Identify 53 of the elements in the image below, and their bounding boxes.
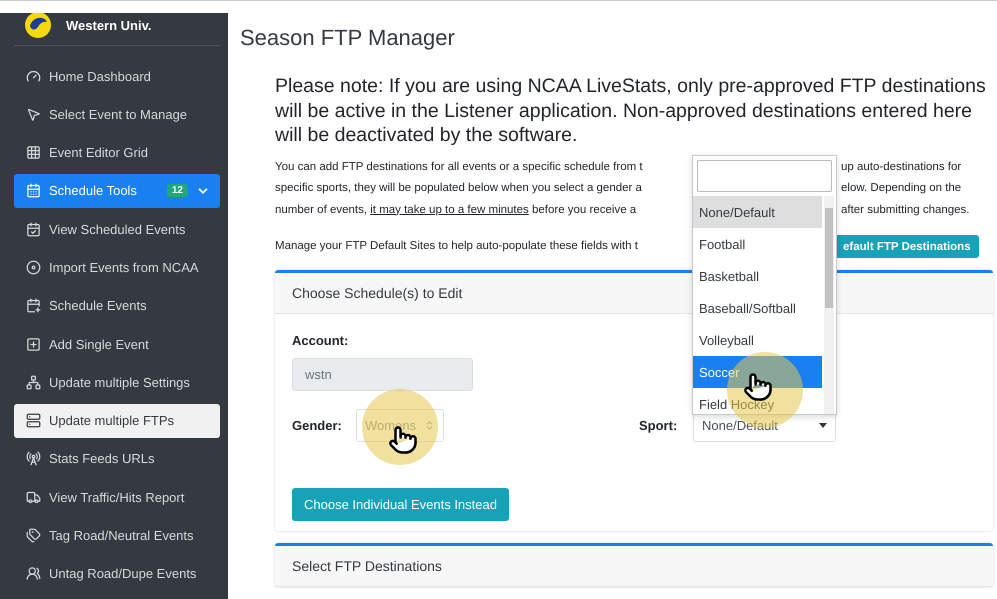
gender-label: Gender:	[292, 418, 343, 433]
brand-name: Western Univ.	[66, 18, 152, 32]
tags-icon	[26, 528, 41, 544]
sidebar-item[interactable]: Import Events from NCAA	[14, 250, 220, 284]
sidebar-item[interactable]: Home Dashboard	[14, 59, 220, 93]
calendar-icon	[26, 183, 41, 198]
calendar-check-icon	[26, 222, 41, 237]
server-icon	[26, 413, 41, 428]
info-text: You can add FTP destinations for all events or a specific schedule from t	[275, 160, 644, 174]
page-title: Season FTP Manager	[240, 25, 456, 51]
card-header: Select FTP Destinations	[275, 546, 993, 587]
sidebar-item[interactable]: Update multiple Settings	[14, 365, 220, 400]
sidebar-item[interactable]: Add Single Event	[14, 327, 220, 362]
info-link[interactable]: it may take up to a few minutes	[370, 204, 529, 216]
users-icon	[26, 566, 41, 582]
grid-icon	[26, 145, 41, 160]
gauge-icon	[26, 68, 41, 84]
info-text: specific sports, they will be populated below when you select a gender a	[275, 181, 643, 196]
calendar-plus-icon	[26, 298, 41, 314]
info-text: after submitting changes.	[840, 202, 970, 218]
pointer-icon	[26, 106, 41, 122]
caret-icon	[819, 423, 827, 428]
dropdown-option[interactable]: None/Default	[693, 196, 822, 228]
plus-square-icon	[26, 336, 41, 352]
disc-icon	[26, 260, 41, 275]
sidebar-item[interactable]: Stats Feeds URLs	[14, 442, 220, 476]
antenna-icon	[26, 451, 41, 466]
info-text: number of events, it may take up to a few minutes before you receive a	[275, 202, 638, 218]
network-icon	[26, 374, 41, 390]
info-text: elow. Depending on the	[840, 181, 962, 196]
sort-arrows-icon	[424, 420, 435, 431]
dropdown-search-field[interactable]	[697, 160, 832, 192]
logo-icon	[24, 13, 52, 39]
count-badge: 12	[166, 184, 188, 198]
account-label: Account:	[292, 333, 348, 348]
sport-label: Sport:	[639, 418, 678, 433]
sidebar-item[interactable]: Untag Road/Dupe Events	[14, 556, 220, 591]
sidebar-item[interactable]: Schedule Events	[14, 288, 220, 323]
notice-text: Please note: If you are using NCAA LiveStats, only pre-approved FTP destinations will be active in the Listener application. Non-approved destinations entered here will be deactivated by the software.	[275, 74, 987, 148]
dropdown-option[interactable]: Soccer	[693, 356, 822, 388]
dropdown-option[interactable]: Field Hockey	[693, 388, 822, 414]
sidebar-item[interactable]: View Scheduled Events	[14, 212, 220, 246]
manage-text: Manage your FTP Default Sites to help auto-populate these fields with t	[275, 238, 639, 254]
sidebar-item[interactable]: Event Editor Grid	[14, 136, 220, 170]
info-text: up auto-destinations for	[840, 160, 962, 174]
hand-pointer-icon	[743, 372, 773, 402]
sidebar-item[interactable]: Update multiple FTPs	[14, 404, 220, 438]
scrollbar[interactable]	[824, 196, 834, 414]
sidebar-item[interactable]: Tag Road/Neutral Events	[14, 518, 220, 553]
truck-icon	[26, 490, 41, 505]
sidebar-item[interactable]: View Traffic/Hits Report	[14, 480, 220, 514]
sidebar-item[interactable]: Select Event to Manage	[14, 97, 220, 132]
sidebar-group[interactable]: Schedule Tools 12	[14, 174, 220, 208]
